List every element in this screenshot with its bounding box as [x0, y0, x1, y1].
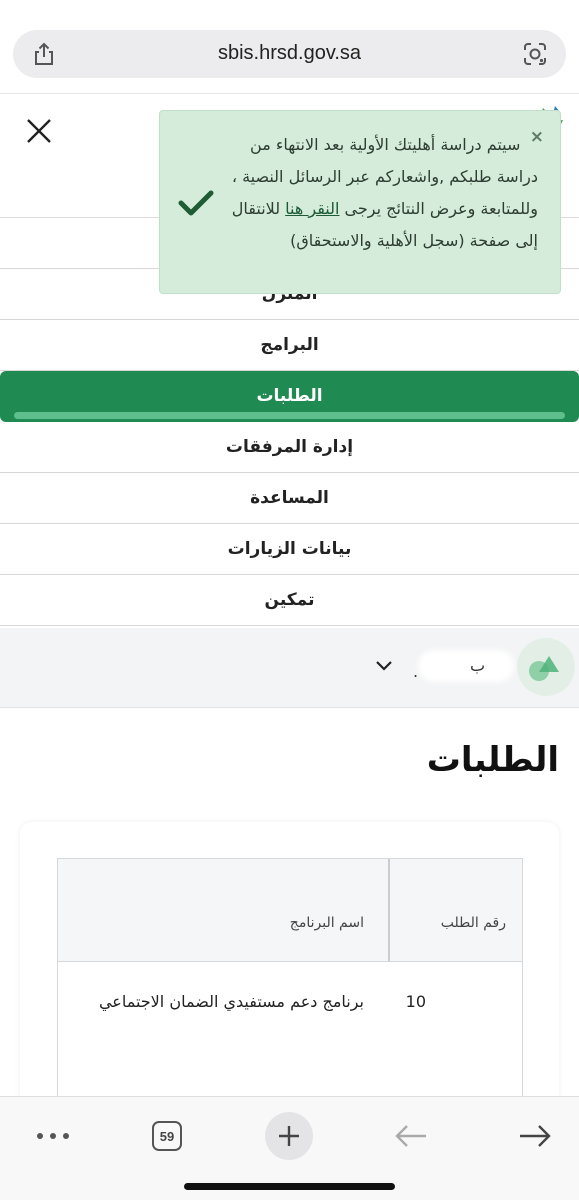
cell-program-name: برنامج دعم مستفيدي الضمان الاجتماعي: [98, 992, 364, 1011]
user-name: ب: [470, 656, 486, 675]
nav-item-help[interactable]: المساعدة: [0, 473, 579, 524]
back-button[interactable]: [386, 1111, 436, 1161]
nav-item-attachments[interactable]: إدارة المرفقات: [0, 422, 579, 473]
user-name-redaction: [418, 650, 514, 682]
requests-card: رقم الطلب اسم البرنامج 10 برنامج دعم مست…: [20, 822, 559, 1122]
tab-count-badge: 59: [152, 1121, 182, 1151]
back-arrow-icon: [395, 1125, 426, 1147]
nav-item-label: الطلبات: [256, 386, 323, 406]
nav-item-programs[interactable]: البرامج: [0, 320, 579, 371]
toast-message: سيتم دراسة أهليتك الأولية بعد الانتهاء م…: [218, 129, 538, 257]
active-indicator: [14, 412, 565, 419]
nav-item-label: إدارة المرفقات: [225, 437, 354, 457]
plus-icon: [265, 1112, 313, 1160]
cell-request-number: 10: [405, 992, 426, 1011]
nav-item-label: المساعدة: [250, 488, 329, 508]
address-bar[interactable]: sbis.hrsd.gov.sa: [13, 30, 566, 78]
nav-item-tamkeen[interactable]: تمكين: [0, 575, 579, 626]
column-header-request-number: رقم الطلب: [388, 859, 522, 961]
google-lens-icon[interactable]: [522, 41, 548, 67]
avatar[interactable]: [517, 638, 575, 696]
nav-item-visits[interactable]: بيانات الزيارات: [0, 524, 579, 575]
forward-arrow-icon: [520, 1125, 551, 1147]
chevron-down-icon[interactable]: [374, 656, 394, 676]
more-dots-icon: [37, 1133, 69, 1139]
new-tab-button[interactable]: [264, 1111, 314, 1161]
close-icon[interactable]: [24, 116, 54, 146]
toast-link[interactable]: النقر هنا: [285, 199, 339, 218]
forward-button[interactable]: [510, 1111, 560, 1161]
nav-item-label: البرامج: [260, 335, 319, 355]
url-text[interactable]: sbis.hrsd.gov.sa: [13, 42, 566, 65]
success-toast: × سيتم دراسة أهليتك الأولية بعد الانتهاء…: [159, 110, 561, 294]
table-row[interactable]: 10 برنامج دعم مستفيدي الضمان الاجتماعي: [57, 962, 523, 1112]
column-header-program-name: اسم البرنامج: [289, 915, 364, 931]
user-name-dot: .: [413, 662, 419, 681]
requests-table: رقم الطلب اسم البرنامج 10 برنامج دعم مست…: [57, 858, 523, 1112]
browser-bottom-bar: 59: [0, 1096, 579, 1200]
nav-item-label: تمكين: [264, 590, 315, 610]
table-header: رقم الطلب اسم البرنامج: [57, 858, 523, 962]
more-button[interactable]: [28, 1111, 78, 1161]
page-title: الطلبات: [426, 740, 559, 780]
user-bar[interactable]: ب .: [0, 628, 579, 708]
home-indicator: [184, 1183, 395, 1190]
browser-top-bar: sbis.hrsd.gov.sa: [0, 0, 579, 94]
nav-item-requests[interactable]: الطلبات: [0, 371, 579, 422]
tabs-button[interactable]: 59: [142, 1111, 192, 1161]
checkmark-icon: [178, 190, 214, 216]
nav-item-label: بيانات الزيارات: [227, 539, 352, 559]
avatar-shapes-icon: [529, 656, 559, 681]
